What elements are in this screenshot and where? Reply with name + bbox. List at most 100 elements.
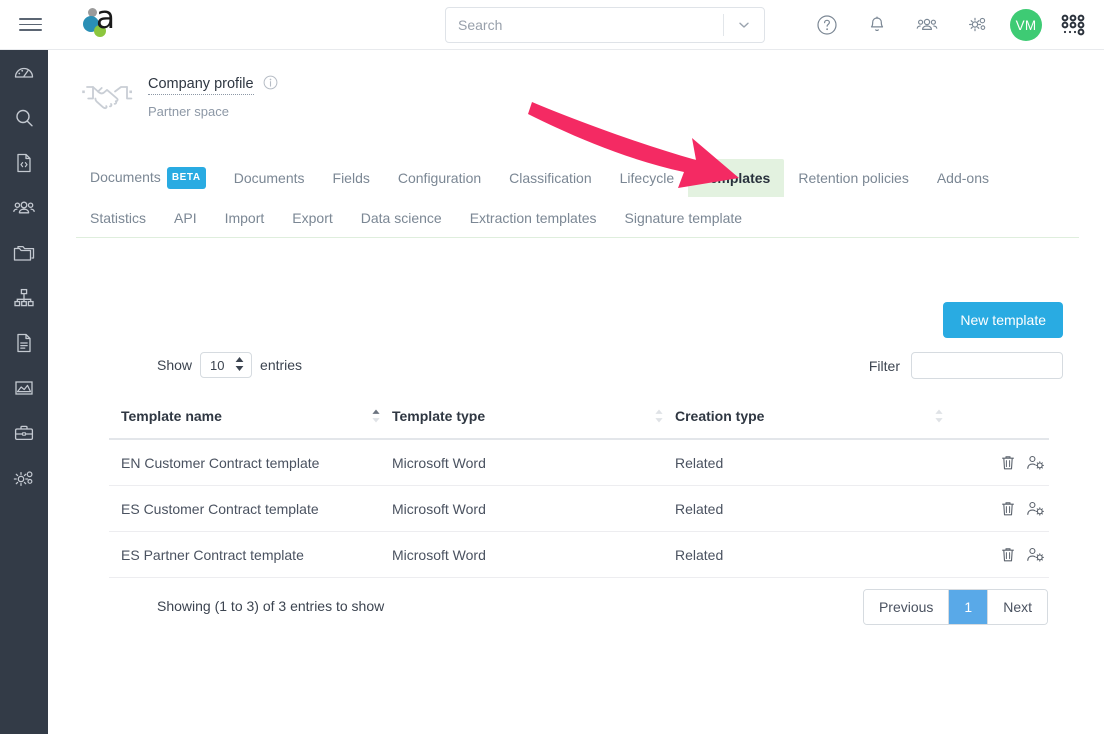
- search-input[interactable]: [446, 8, 723, 42]
- info-icon[interactable]: [263, 75, 278, 95]
- tab-import[interactable]: Import: [211, 199, 279, 237]
- sidebar-item-search[interactable]: [0, 95, 48, 140]
- left-sidebar: [0, 50, 48, 734]
- column-label: Creation type: [675, 408, 764, 424]
- new-template-button[interactable]: New template: [943, 302, 1063, 338]
- app-logo[interactable]: a: [78, 0, 130, 50]
- sort-icon: [935, 410, 943, 423]
- column-header-template-name[interactable]: Template name: [109, 393, 392, 439]
- company-profile-header: Company profile Partner space: [76, 72, 278, 119]
- table-row[interactable]: ES Partner Contract template Microsoft W…: [109, 532, 1049, 578]
- sidebar-item-sitemap[interactable]: [0, 275, 48, 320]
- pagination-page-1[interactable]: 1: [949, 590, 988, 624]
- page-title[interactable]: Company profile: [148, 76, 254, 95]
- tab-classification[interactable]: Classification: [495, 159, 605, 197]
- tab-row-primary: DocumentsBETA Documents Fields Configura…: [76, 157, 1079, 199]
- delete-icon[interactable]: [1000, 546, 1016, 563]
- sidebar-item-folder[interactable]: [0, 230, 48, 275]
- tab-signature-template[interactable]: Signature template: [611, 199, 757, 237]
- handshake-icon: [76, 72, 138, 116]
- column-header-template-type[interactable]: Template type: [392, 393, 675, 439]
- pagination-next[interactable]: Next: [988, 590, 1047, 624]
- sidebar-item-people[interactable]: [0, 185, 48, 230]
- document-icon: [12, 331, 36, 355]
- entries-label: entries: [260, 357, 302, 373]
- folder-icon: [11, 241, 37, 265]
- pagination: Previous 1 Next: [863, 589, 1048, 625]
- table-info: Showing (1 to 3) of 3 entries to show: [157, 598, 384, 614]
- global-search[interactable]: [445, 7, 765, 43]
- dashboard-icon: [12, 61, 36, 85]
- settings-gear-icon[interactable]: [952, 0, 1002, 50]
- tab-fields[interactable]: Fields: [319, 159, 384, 197]
- table-header-row: Template name Template type Creation typ…: [109, 394, 1049, 440]
- cell-creation-type: Related: [675, 440, 955, 486]
- hamburger-icon[interactable]: [0, 0, 60, 50]
- page-length-select[interactable]: 10: [200, 352, 252, 378]
- code-document-icon: [12, 151, 36, 175]
- column-label: Template type: [392, 408, 485, 424]
- tab-documents-beta[interactable]: DocumentsBETA: [76, 157, 220, 199]
- sidebar-item-analytics[interactable]: [0, 365, 48, 410]
- cell-actions: [955, 532, 1049, 578]
- sitemap-icon: [12, 286, 36, 310]
- main-content: Company profile Partner space DocumentsB…: [48, 50, 1104, 734]
- sidebar-item-document[interactable]: [0, 320, 48, 365]
- tab-api[interactable]: API: [160, 199, 211, 237]
- column-label: Template name: [121, 408, 222, 424]
- pagination-previous[interactable]: Previous: [864, 590, 949, 624]
- top-bar: a VM: [0, 0, 1104, 50]
- cell-template-type: Microsoft Word: [392, 486, 675, 532]
- tab-add-ons[interactable]: Add-ons: [923, 159, 1003, 197]
- tab-statistics[interactable]: Statistics: [76, 199, 160, 237]
- search-icon: [12, 106, 36, 130]
- user-settings-icon[interactable]: [1026, 500, 1045, 517]
- sidebar-item-settings[interactable]: [0, 455, 48, 500]
- delete-icon[interactable]: [1000, 500, 1016, 517]
- cell-template-type: Microsoft Word: [392, 532, 675, 578]
- cell-actions: [955, 440, 1049, 486]
- filter-input[interactable]: [911, 352, 1063, 379]
- cell-creation-type: Related: [675, 532, 955, 578]
- user-settings-icon[interactable]: [1026, 546, 1045, 563]
- tab-export[interactable]: Export: [278, 199, 346, 237]
- sidebar-item-code-document[interactable]: [0, 140, 48, 185]
- briefcase-icon: [12, 421, 36, 445]
- sort-icon: [655, 410, 663, 423]
- sidebar-item-briefcase[interactable]: [0, 410, 48, 455]
- cell-template-name: ES Customer Contract template: [109, 486, 392, 532]
- page-length-control: Show 10 entries: [157, 352, 302, 378]
- people-icon[interactable]: [902, 0, 952, 50]
- delete-icon[interactable]: [1000, 454, 1016, 471]
- grid-icon[interactable]: [1050, 0, 1096, 50]
- page-subtitle: Partner space: [148, 104, 278, 119]
- people-icon: [11, 196, 37, 220]
- bell-icon[interactable]: [852, 0, 902, 50]
- tab-data-science[interactable]: Data science: [347, 199, 456, 237]
- cell-creation-type: Related: [675, 486, 955, 532]
- column-header-creation-type[interactable]: Creation type: [675, 393, 955, 439]
- column-header-actions: [955, 393, 1049, 439]
- cell-template-name: EN Customer Contract template: [109, 440, 392, 486]
- filter-control: Filter: [869, 352, 1063, 379]
- tab-label: Documents: [90, 169, 161, 185]
- analytics-icon: [12, 376, 36, 400]
- chevron-down-icon[interactable]: [724, 18, 764, 32]
- tab-bar: DocumentsBETA Documents Fields Configura…: [76, 157, 1079, 238]
- settings-gear-icon: [11, 466, 37, 490]
- tab-configuration[interactable]: Configuration: [384, 159, 495, 197]
- tab-retention-policies[interactable]: Retention policies: [784, 159, 923, 197]
- tab-templates[interactable]: Templates: [688, 159, 784, 197]
- page-length-value: 10: [210, 358, 224, 373]
- table-row[interactable]: ES Customer Contract template Microsoft …: [109, 486, 1049, 532]
- table-row[interactable]: EN Customer Contract template Microsoft …: [109, 440, 1049, 486]
- sidebar-item-dashboard[interactable]: [0, 50, 48, 95]
- tab-lifecycle[interactable]: Lifecycle: [606, 159, 688, 197]
- cell-template-name: ES Partner Contract template: [109, 532, 392, 578]
- user-settings-icon[interactable]: [1026, 454, 1045, 471]
- tab-extraction-templates[interactable]: Extraction templates: [456, 199, 611, 237]
- tab-documents[interactable]: Documents: [220, 159, 319, 197]
- help-icon[interactable]: [802, 0, 852, 50]
- table-header: Template name Template type Creation typ…: [109, 394, 1049, 440]
- avatar[interactable]: VM: [1010, 9, 1042, 41]
